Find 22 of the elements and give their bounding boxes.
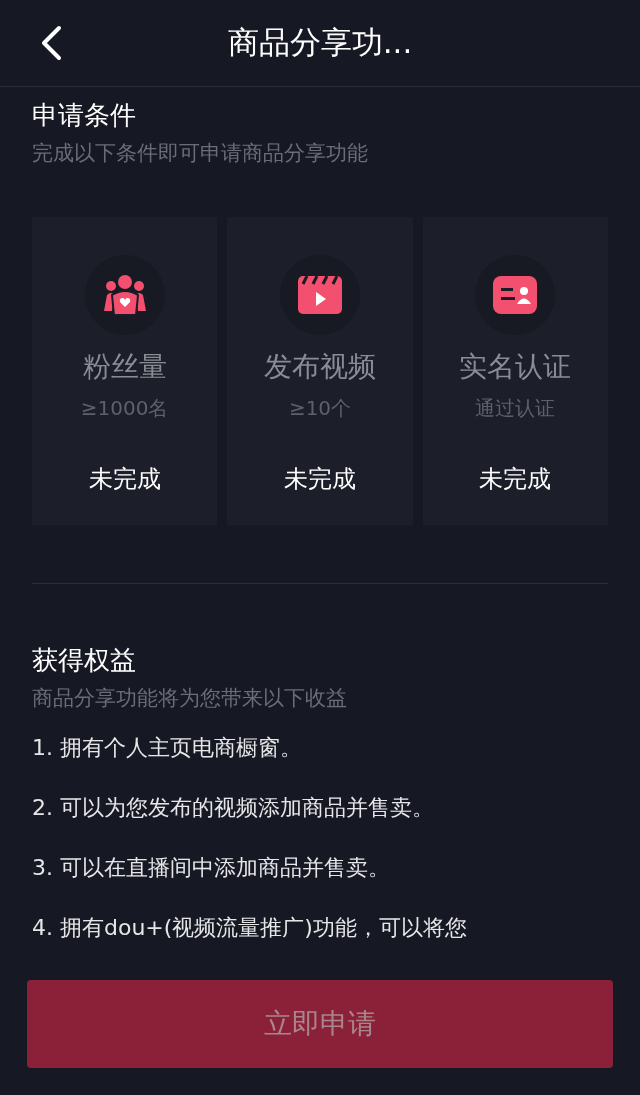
requirement-name: 发布视频: [264, 349, 376, 385]
benefit-item: 3. 可以在直播间中添加商品并售卖。: [32, 854, 391, 882]
benefit-item: 1. 拥有个人主页电商橱窗。: [32, 734, 303, 762]
requirement-value: ≥1000名: [80, 395, 169, 422]
people-heart-icon: [101, 273, 148, 317]
requirement-name: 粉丝量: [82, 349, 167, 385]
requirement-status: 未完成: [479, 464, 552, 495]
page-title: 商品分享功...: [227, 23, 413, 62]
id-card-icon: [492, 275, 539, 315]
section-title: 申请条件: [32, 99, 137, 132]
requirement-name: 实名认证: [459, 349, 572, 385]
requirement-value: 通过认证: [475, 395, 556, 422]
benefit-item: 4. 拥有dou+(视频流量推广)功能，可以将您: [32, 914, 468, 942]
section-title: 获得权益: [32, 644, 137, 677]
requirement-status: 未完成: [88, 464, 161, 495]
requirement-value: ≥10个: [288, 395, 352, 422]
benefit-item: 2. 可以为您发布的视频添加商品并售卖。: [32, 794, 435, 822]
back-icon[interactable]: [40, 25, 62, 61]
section-subtitle: 完成以下条件即可申请商品分享功能: [32, 140, 369, 167]
section-subtitle: 商品分享功能将为您带来以下收益: [32, 685, 348, 712]
clapperboard-play-icon: [297, 275, 343, 315]
requirement-status: 未完成: [284, 464, 356, 495]
